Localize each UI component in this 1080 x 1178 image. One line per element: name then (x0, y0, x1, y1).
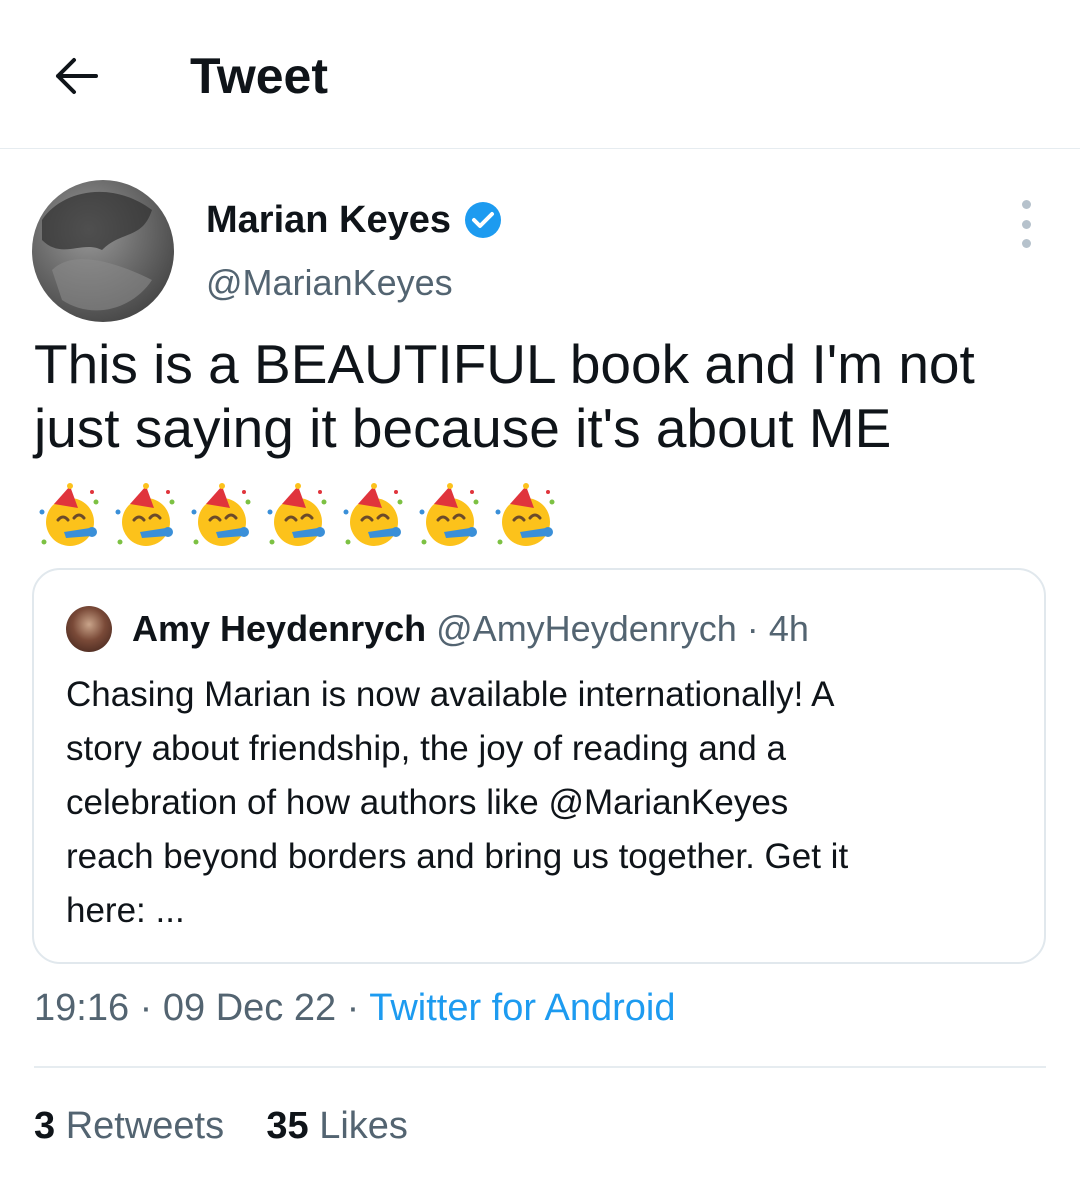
partying-face-icon (343, 483, 403, 546)
top-bar: Tweet (0, 0, 1080, 149)
quote-text: Chasing Marian is now available internat… (66, 675, 849, 930)
verified-badge-icon (465, 202, 502, 238)
quote-separator: · (746, 608, 759, 649)
quote-header: Amy Heydenrych @AmyHeydenrych · 4h (132, 606, 809, 652)
tweet-date: 09 Dec 22 (162, 987, 337, 1029)
author-name[interactable]: Marian Keyes (206, 196, 503, 244)
quote-avatar[interactable] (66, 606, 112, 652)
tweet-source-link[interactable]: Twitter for Android (369, 987, 675, 1029)
likes-link[interactable]: 35 Likes (266, 1105, 408, 1147)
meta-separator: · (139, 987, 153, 1029)
more-options-icon[interactable] (1010, 200, 1042, 248)
author-handle[interactable]: @MarianKeyes (206, 260, 453, 306)
page-title: Tweet (190, 48, 328, 104)
partying-face-icon (191, 483, 251, 546)
tweet-meta: 19:16 · 09 Dec 22 · Twitter for Android (34, 984, 675, 1032)
retweets-count: 3 (34, 1105, 56, 1147)
retweets-label: Retweets (65, 1105, 225, 1147)
partying-face-icon (39, 483, 99, 546)
tweet-stats: 3 Retweets 35 Likes (34, 1102, 408, 1150)
quote-time: 4h (768, 608, 809, 649)
partying-face-icon (115, 483, 175, 546)
divider (34, 1066, 1046, 1068)
quote-author-handle[interactable]: @AmyHeydenrych (436, 608, 737, 649)
quote-author-name[interactable]: Amy Heydenrych (132, 608, 426, 649)
partying-face-icon (419, 483, 479, 546)
likes-count: 35 (266, 1105, 309, 1147)
likes-label: Likes (319, 1105, 408, 1147)
quoted-tweet[interactable]: Amy Heydenrych @AmyHeydenrych · 4h Chasi… (32, 568, 1046, 964)
partying-face-icon (267, 483, 327, 546)
author-name-text[interactable]: Marian Keyes (206, 196, 451, 244)
partying-face-icon (495, 483, 555, 546)
back-button[interactable] (46, 46, 106, 106)
avatar[interactable] (32, 180, 174, 322)
tweet-time: 19:16 (34, 987, 130, 1029)
retweets-link[interactable]: 3 Retweets (34, 1105, 224, 1147)
back-arrow-icon (56, 58, 98, 94)
meta-separator: · (346, 987, 360, 1029)
tweet-text: This is a BEAUTIFUL book and I'm not jus… (34, 333, 975, 459)
emoji-row (34, 482, 560, 552)
